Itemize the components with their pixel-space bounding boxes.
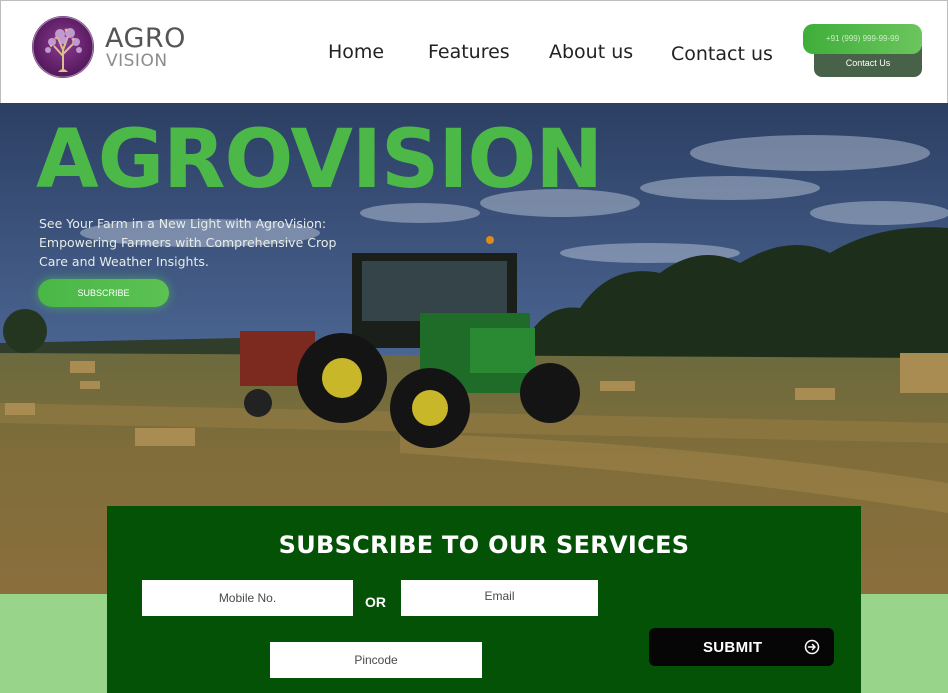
nav-contact-us[interactable]: Contact us (671, 43, 773, 65)
nav-home[interactable]: Home (328, 41, 384, 63)
nav-about-us[interactable]: About us (549, 41, 633, 63)
hero-title: AGROVISION (36, 113, 603, 207)
brand-name: AGRO (105, 23, 186, 54)
tree-logo-icon[interactable] (32, 16, 94, 78)
phone-number-badge: +91 (999) 999-99-99 (803, 24, 922, 54)
hero-subtitle: See Your Farm in a New Light with AgroVi… (39, 216, 337, 269)
site-header: AGRO VISION Home Features About us Conta… (0, 0, 948, 103)
email-input[interactable] (401, 580, 598, 616)
submit-button[interactable]: SUBMIT (649, 628, 834, 666)
pincode-input[interactable] (270, 642, 482, 678)
subscribe-panel: SUBSCRIBE TO OUR SERVICES OR SUBMIT (107, 506, 861, 693)
subscribe-button[interactable]: SUBSCRIBE (38, 279, 169, 307)
submit-label: SUBMIT (703, 639, 763, 656)
mobile-input[interactable] (142, 580, 353, 616)
subscribe-title: SUBSCRIBE TO OUR SERVICES (278, 531, 690, 559)
arrow-circle-right-icon (804, 639, 820, 655)
nav-features[interactable]: Features (428, 41, 510, 63)
brand-subname: VISION (106, 51, 168, 71)
or-label: OR (365, 594, 386, 610)
